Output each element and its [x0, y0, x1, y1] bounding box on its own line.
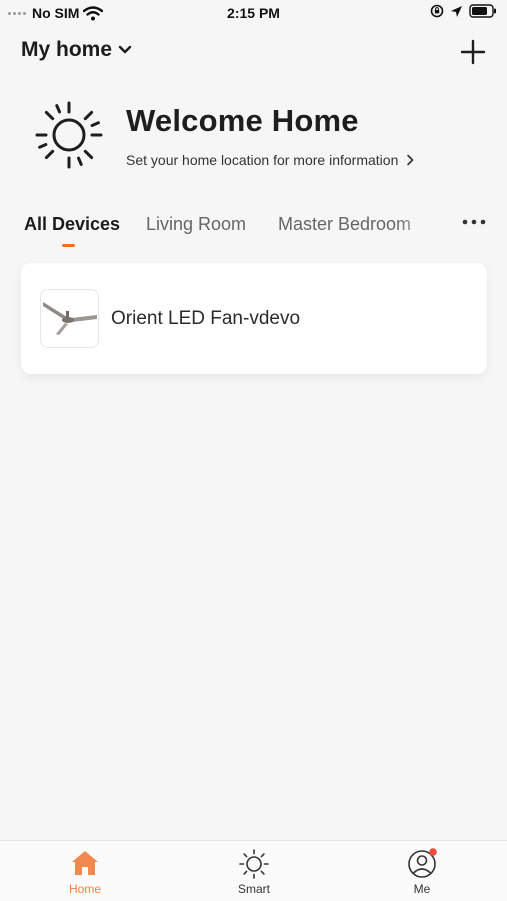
battery-icon: [469, 4, 496, 18]
nav-smart-label: Smart: [237, 882, 270, 896]
device-card[interactable]: Orient LED Fan-vdevo: [21, 263, 487, 374]
tab-fade: [395, 210, 445, 244]
notification-badge: [429, 848, 437, 856]
nav-smart[interactable]: Smart: [214, 847, 294, 896]
rotation-lock-icon: [430, 4, 444, 18]
status-right: [430, 4, 497, 18]
sun-icon: [35, 101, 103, 169]
chevron-right-icon: [407, 154, 414, 166]
nav-me-label: Me: [413, 882, 431, 896]
profile-icon: [408, 848, 437, 878]
tab-all-devices[interactable]: All Devices: [24, 214, 120, 235]
set-location-link[interactable]: Set your home location for more informat…: [126, 152, 414, 168]
welcome-title: Welcome Home: [126, 103, 359, 138]
smart-sun-icon: [239, 849, 269, 879]
device-thumbnail: [40, 289, 99, 348]
status-bar: No SIM 2:15 PM: [0, 0, 507, 26]
nav-home-label: Home: [68, 882, 101, 896]
nav-me[interactable]: Me: [382, 847, 462, 896]
home-icon: [72, 851, 98, 875]
more-icon[interactable]: [461, 211, 487, 233]
tab-master-bedroom[interactable]: Master Bedroom: [278, 214, 411, 235]
bottom-nav: Home Smart Me: [0, 840, 507, 901]
active-tab-indicator: [62, 244, 75, 247]
home-name: My home: [21, 38, 113, 61]
device-name: Orient LED Fan-vdevo: [111, 308, 301, 329]
welcome-subtitle: Set your home location for more informat…: [126, 152, 399, 168]
nav-home[interactable]: Home: [45, 847, 125, 896]
location-arrow-icon: [451, 5, 462, 17]
room-tabs: All Devices Living Room Master Bedroom: [0, 210, 507, 250]
chevron-down-icon: [118, 45, 132, 54]
add-icon[interactable]: [459, 38, 487, 66]
ceiling-fan-icon: [43, 302, 97, 335]
tab-living-room[interactable]: Living Room: [146, 214, 246, 235]
home-selector[interactable]: My home: [21, 38, 132, 62]
